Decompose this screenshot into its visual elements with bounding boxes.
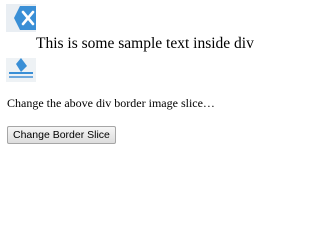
border-image-box: This is some sample text inside div bbox=[6, 4, 296, 84]
sample-text: This is some sample text inside div bbox=[36, 35, 254, 52]
x-logo-icon bbox=[6, 58, 36, 82]
border-image-bottom-corner bbox=[6, 58, 36, 82]
border-image-top-corner bbox=[6, 4, 36, 32]
x-logo-icon bbox=[6, 4, 36, 32]
instruction-text: Change the above div border image slice… bbox=[7, 96, 215, 110]
change-border-slice-button[interactable]: Change Border Slice bbox=[7, 126, 116, 144]
